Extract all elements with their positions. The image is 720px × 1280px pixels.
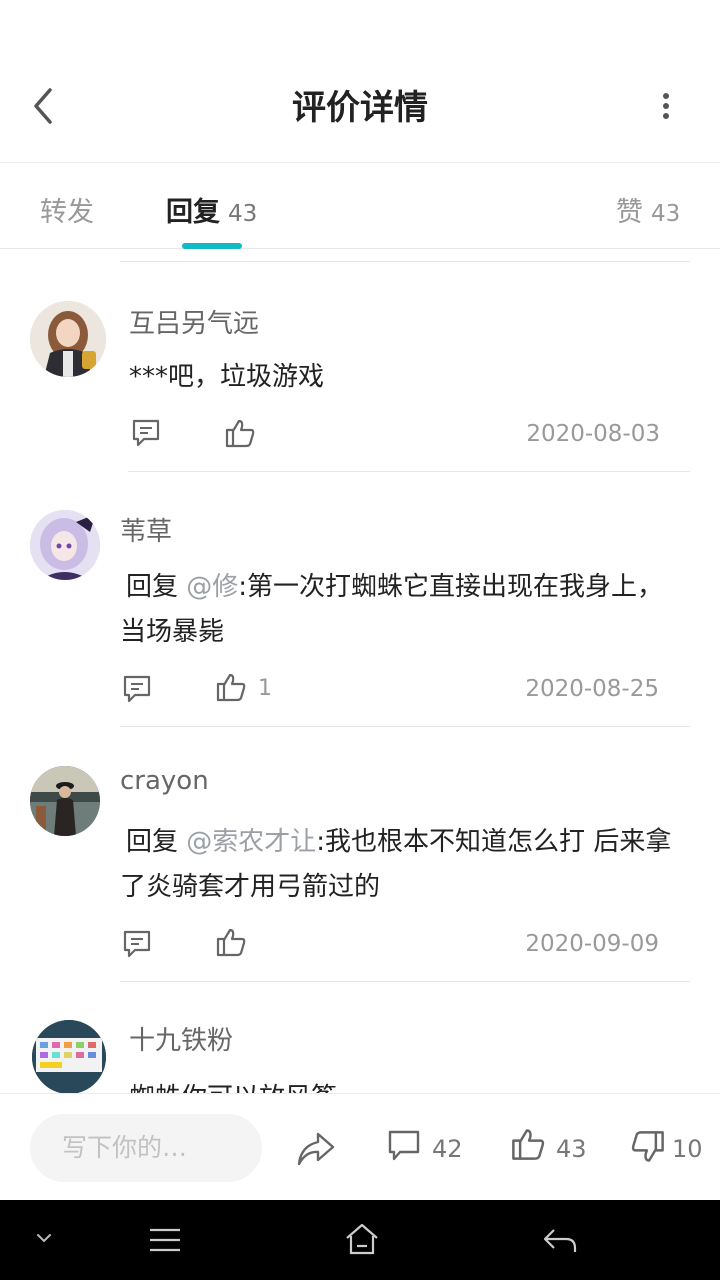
tab-forward[interactable]: 转发 — [40, 190, 94, 229]
like-button[interactable] — [215, 926, 247, 958]
dislike-button[interactable] — [630, 1129, 666, 1165]
avatar-image — [32, 1020, 106, 1093]
thumbs-up-icon — [225, 419, 255, 448]
comment-icon — [123, 930, 151, 958]
comment-date: 2020-08-25 — [525, 676, 659, 702]
mention-link[interactable]: @修 — [186, 572, 238, 602]
comment-item: crayon 回复 @索农才让:我也根本不知道怎么打 后来拿了炎骑套才用弓箭过的… — [0, 728, 720, 982]
comment-text: ***吧，垃圾游戏 — [129, 362, 325, 392]
tab-forward-label: 转发 — [40, 197, 94, 228]
comment-date: 2020-08-03 — [526, 421, 660, 447]
comment-username[interactable]: 苇草 — [120, 511, 172, 548]
comment-text: 回复 @索农才让:我也根本不知道怎么打 后来拿了炎骑套才用弓箭过的 — [120, 820, 680, 910]
reply-button[interactable] — [121, 928, 153, 960]
tab-reply-label: 回复 — [166, 197, 220, 228]
more-button[interactable] — [656, 92, 676, 122]
reply-prefix: 回复 — [126, 572, 179, 602]
reply-button[interactable] — [130, 417, 162, 449]
share-button[interactable] — [296, 1128, 336, 1168]
comment-icon — [123, 675, 151, 703]
like-button[interactable] — [224, 417, 256, 449]
system-nav-bar — [0, 1200, 720, 1280]
app-header: 评价详情 — [0, 0, 720, 163]
tab-bar: 转发 回复 43 赞 43 — [0, 162, 720, 249]
list-divider — [120, 726, 690, 727]
comment-input[interactable]: 写下你的… — [30, 1114, 262, 1182]
comment-item: 苇草 回复 @修:第一次打蜘蛛它直接出现在我身上，当场暴毙 1 2020-08-… — [0, 473, 720, 728]
like-count-button[interactable] — [510, 1126, 546, 1162]
thumbs-up-icon — [216, 928, 246, 957]
comment-username[interactable]: 互吕另气远 — [129, 303, 259, 340]
like-count: 43 — [556, 1135, 587, 1163]
comment-list: 互吕另气远 ***吧，垃圾游戏 2020-08-03 苇草 回复 @修:第一次打… — [0, 249, 720, 1093]
comment-icon — [132, 419, 160, 447]
comment-text: 蜘蛛你可以放风筝 — [129, 1076, 689, 1093]
thumbs-up-icon — [216, 673, 246, 702]
chat-bubble-icon — [388, 1130, 420, 1161]
avatar[interactable] — [30, 510, 100, 580]
tab-reply-count: 43 — [228, 201, 258, 227]
reply-button[interactable] — [121, 673, 153, 705]
dislike-count: 10 — [672, 1135, 703, 1163]
chevron-down-icon — [37, 1234, 51, 1243]
nav-collapse-button[interactable] — [34, 1228, 54, 1248]
tab-like-count: 43 — [651, 201, 681, 227]
avatar[interactable] — [30, 301, 106, 377]
back-arrow-icon — [543, 1229, 577, 1252]
thumbs-up-icon — [512, 1129, 545, 1160]
page-title: 评价详情 — [292, 88, 428, 128]
comment-username[interactable]: crayon — [120, 766, 209, 796]
comment-item: 十九铁粉 蜘蛛你可以放风筝 — [0, 982, 720, 1093]
vertical-dots-icon — [663, 93, 669, 119]
comment-item: 互吕另气远 ***吧，垃圾游戏 2020-08-03 — [0, 249, 720, 473]
tab-reply[interactable]: 回复 43 — [166, 190, 257, 229]
comment-date: 2020-09-09 — [525, 931, 659, 957]
comment-count-button[interactable] — [386, 1128, 422, 1164]
avatar[interactable] — [32, 1020, 106, 1093]
nav-home-button[interactable] — [344, 1222, 380, 1256]
avatar-image — [30, 510, 100, 580]
comment-count: 42 — [432, 1135, 463, 1163]
list-divider — [128, 471, 690, 472]
like-button[interactable] — [215, 671, 247, 703]
thumbs-down-icon — [631, 1131, 664, 1162]
like-count: 1 — [258, 676, 272, 701]
bottom-action-bar: 写下你的… 42 43 10 — [0, 1093, 720, 1201]
reply-prefix: 回复 — [126, 827, 179, 857]
home-icon — [346, 1223, 378, 1255]
comment-username[interactable]: 十九铁粉 — [129, 1020, 233, 1057]
share-arrow-icon — [297, 1132, 335, 1166]
tab-like-label: 赞 — [616, 197, 643, 228]
mention-link[interactable]: @索农才让 — [186, 827, 316, 857]
menu-icon — [150, 1228, 180, 1252]
comment-text: 回复 @修:第一次打蜘蛛它直接出现在我身上，当场暴毙 — [120, 565, 680, 655]
avatar-image — [30, 766, 100, 836]
nav-back-button[interactable] — [542, 1226, 578, 1254]
avatar[interactable] — [30, 766, 100, 836]
tab-like[interactable]: 赞 43 — [616, 190, 680, 229]
avatar-image — [30, 301, 106, 377]
nav-menu-button[interactable] — [148, 1227, 182, 1253]
